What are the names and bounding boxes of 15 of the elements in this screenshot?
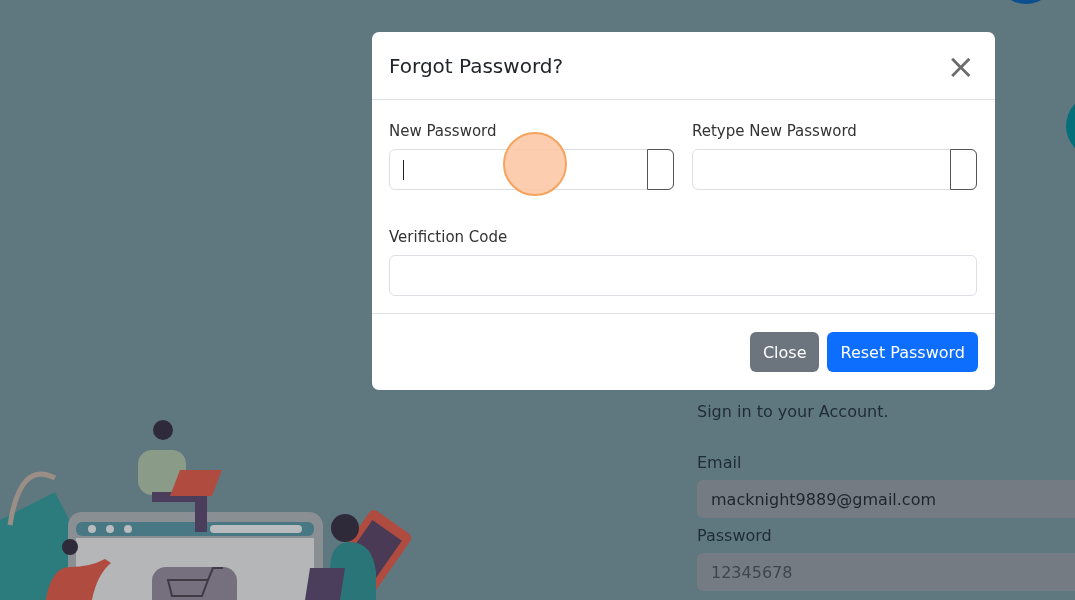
password-label: Password [697,526,773,545]
verification-code-field[interactable] [389,255,977,296]
close-button[interactable]: Close [749,332,820,372]
field-label: Retype New Password [692,122,858,140]
password-field[interactable]: 12345678 [697,553,1075,591]
email-label: Email [697,453,743,472]
field-label: New Password [389,122,498,140]
email-field[interactable]: macknight9889@gmail.com [697,480,1075,518]
toggle-button[interactable] [950,149,977,190]
reset-password-button[interactable]: Reset Password [827,332,978,372]
toggle-button[interactable] [647,149,674,190]
field-label: Verifiction Code [389,228,509,246]
password-input-field[interactable] [692,149,977,190]
dialog-title: Forgot Password? [389,53,564,78]
signin-subtitle: Sign in to your Account. [697,402,890,421]
